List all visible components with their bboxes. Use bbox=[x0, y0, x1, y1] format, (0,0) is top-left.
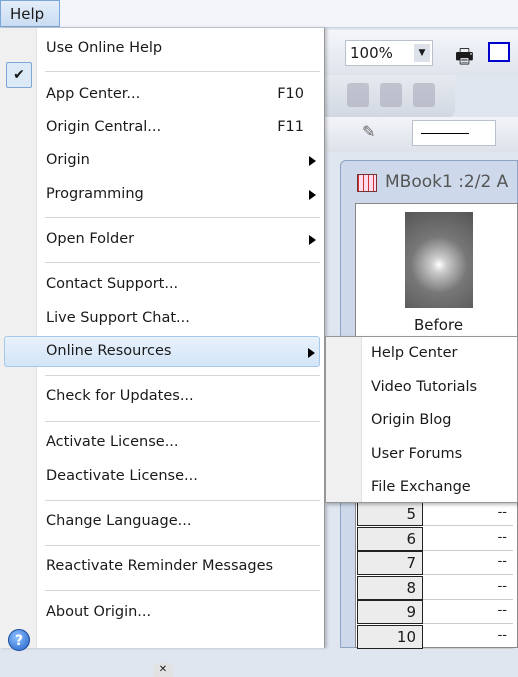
zoom-value: 100% bbox=[350, 44, 393, 62]
menu-item-label: Use Online Help bbox=[46, 40, 163, 56]
row-header[interactable]: 7 bbox=[357, 551, 423, 575]
submenu-arrow-icon bbox=[309, 190, 316, 200]
menu-item-about-origin[interactable]: About Origin... bbox=[4, 597, 320, 628]
expand-more-icon[interactable]: ✕ bbox=[153, 663, 173, 677]
image-label: Before bbox=[414, 316, 464, 334]
cell[interactable]: -- bbox=[423, 502, 513, 526]
row-header[interactable]: 6 bbox=[357, 526, 423, 551]
cell[interactable]: -- bbox=[423, 551, 513, 575]
menu-item-origin[interactable]: Origin bbox=[4, 145, 320, 176]
online-resources-submenu: Help Center Video Tutorials Origin Blog Use… bbox=[325, 336, 518, 503]
menu-separator bbox=[45, 375, 320, 376]
menu-item-label: Check for Updates... bbox=[46, 388, 194, 404]
submenu-arrow-icon bbox=[309, 156, 316, 166]
menu-item-contact-support[interactable]: Contact Support... bbox=[4, 269, 320, 300]
menu-separator bbox=[45, 262, 320, 263]
worksheet-title: MBook1 :2/2 A bbox=[385, 172, 509, 192]
submenu-item-file-exchange[interactable]: File Exchange bbox=[371, 472, 471, 502]
menu-item-activate-license[interactable]: Activate License... bbox=[4, 427, 320, 458]
menu-item-label: Open Folder bbox=[46, 231, 135, 247]
menu-help[interactable]: Help bbox=[0, 0, 60, 27]
chevron-down-icon[interactable]: ▼ bbox=[414, 44, 430, 62]
menu-separator bbox=[45, 500, 320, 501]
menu-item-label: Deactivate License... bbox=[46, 468, 198, 484]
submenu-arrow-icon bbox=[308, 348, 315, 358]
menu-item-reactivate-reminder-messages[interactable]: Reactivate Reminder Messages bbox=[4, 551, 320, 582]
menu-item-open-folder[interactable]: Open Folder bbox=[4, 224, 320, 255]
workbook-icon bbox=[357, 174, 377, 192]
submenu-item-origin-blog[interactable]: Origin Blog bbox=[371, 405, 452, 435]
pen-icon[interactable]: ✎ bbox=[362, 122, 375, 141]
line-style-combobox[interactable] bbox=[412, 120, 496, 146]
menu-item-live-support-chat[interactable]: Live Support Chat... bbox=[4, 303, 320, 334]
submenu-item-video-tutorials[interactable]: Video Tutorials bbox=[371, 372, 477, 402]
cell[interactable]: -- bbox=[423, 600, 513, 624]
table-icon[interactable] bbox=[380, 83, 402, 107]
menu-item-label: About Origin... bbox=[46, 604, 152, 620]
image-thumbnail bbox=[405, 212, 473, 308]
submenu-item-help-center[interactable]: Help Center bbox=[371, 338, 457, 368]
cell[interactable]: -- bbox=[423, 625, 513, 649]
submenu-gutter bbox=[326, 337, 362, 502]
cell[interactable]: -- bbox=[423, 576, 513, 600]
menu-item-origin-central[interactable]: Origin Central... F11 bbox=[4, 112, 320, 143]
row-header[interactable]: 8 bbox=[357, 575, 423, 600]
delete-icon[interactable] bbox=[413, 83, 435, 107]
zoom-combobox[interactable]: 100% ▼ bbox=[345, 40, 433, 66]
menu-item-label: Reactivate Reminder Messages bbox=[46, 558, 274, 574]
submenu-arrow-icon bbox=[309, 235, 316, 245]
menu-item-label: Online Resources bbox=[46, 343, 172, 359]
menu-bar: Help bbox=[0, 0, 518, 28]
menu-item-label: Origin Central... bbox=[46, 119, 162, 135]
menu-item-use-online-help[interactable]: Use Online Help bbox=[4, 33, 320, 64]
cell[interactable]: -- bbox=[423, 527, 513, 551]
menu-separator bbox=[45, 217, 320, 218]
row-header[interactable]: 9 bbox=[357, 600, 423, 624]
menu-item-change-language[interactable]: Change Language... bbox=[4, 506, 320, 537]
submenu-item-user-forums[interactable]: User Forums bbox=[371, 439, 462, 469]
menu-separator bbox=[45, 421, 320, 422]
menu-item-label: App Center... bbox=[46, 86, 141, 102]
menu-item-deactivate-license[interactable]: Deactivate License... bbox=[4, 461, 320, 492]
slideshow-icon[interactable] bbox=[488, 42, 510, 62]
menu-separator bbox=[45, 545, 320, 546]
menu-separator bbox=[45, 590, 320, 591]
menu-item-check-for-updates[interactable]: Check for Updates... bbox=[4, 381, 320, 412]
menu-item-label: Programming bbox=[46, 186, 144, 202]
shortcut-label: F10 bbox=[277, 86, 304, 102]
menu-item-label: Live Support Chat... bbox=[46, 310, 190, 326]
row-header[interactable]: 5 bbox=[357, 502, 423, 526]
menu-separator bbox=[45, 71, 320, 72]
menu-item-programming[interactable]: Programming bbox=[4, 179, 320, 210]
menu-item-online-resources[interactable]: Online Resources bbox=[4, 336, 320, 367]
view-icon[interactable] bbox=[347, 83, 369, 107]
worksheet-toolbar bbox=[325, 75, 455, 117]
menu-item-label: Activate License... bbox=[46, 434, 179, 450]
print-icon[interactable]: 🖶 bbox=[455, 42, 474, 76]
shortcut-label: F11 bbox=[277, 119, 304, 135]
menu-item-label: Change Language... bbox=[46, 513, 192, 529]
menu-item-label: Contact Support... bbox=[46, 276, 179, 292]
row-header[interactable]: 10 bbox=[357, 624, 423, 649]
menu-item-app-center[interactable]: App Center... F10 bbox=[4, 79, 320, 110]
help-dropdown-menu: ✔ ? Use Online Help App Center... F10 Origi… bbox=[0, 28, 325, 677]
menu-item-label: Origin bbox=[46, 152, 90, 168]
